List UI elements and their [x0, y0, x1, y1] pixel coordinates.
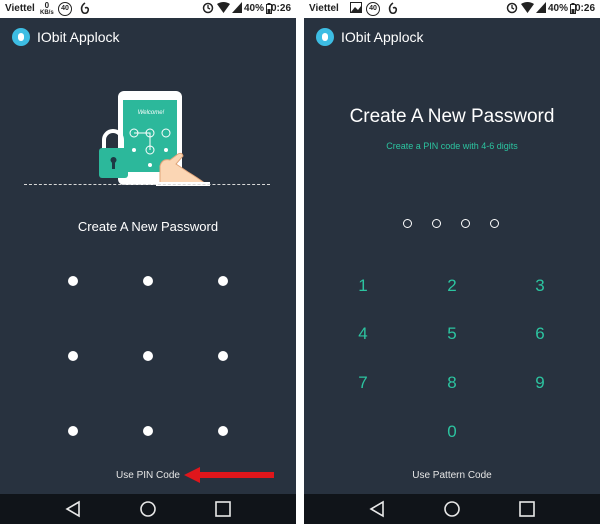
pattern-dot[interactable]: [218, 426, 228, 436]
network-speed: 0 KB/s: [40, 1, 54, 17]
use-pattern-code-link[interactable]: Use Pattern Code: [304, 470, 600, 481]
key-1[interactable]: 1: [343, 274, 383, 298]
app-bar: IObit Applock: [0, 18, 296, 58]
wifi-icon: [521, 2, 534, 16]
pin-digit-slot: [490, 219, 499, 228]
key-3[interactable]: 3: [520, 274, 560, 298]
page-title: Create A New Password: [77, 219, 219, 234]
nav-bar: [0, 494, 296, 524]
divider: [24, 184, 270, 185]
battery-percent: 40%: [548, 3, 569, 14]
pattern-dot[interactable]: [218, 351, 228, 361]
key-7[interactable]: 7: [343, 371, 383, 395]
key-6[interactable]: 6: [520, 322, 560, 346]
pattern-dot[interactable]: [143, 426, 153, 436]
key-8[interactable]: 8: [432, 371, 472, 395]
key-9[interactable]: 9: [520, 371, 560, 395]
wifi-icon: [217, 2, 230, 16]
recent-apps-button[interactable]: [203, 494, 243, 524]
pin-screen: Viettel 40 40% 0:26 IObit Applock Create…: [304, 0, 600, 524]
applock-logo-icon: [12, 28, 30, 46]
battery-percent: 40%: [244, 3, 265, 14]
pin-digit-slot: [432, 219, 441, 228]
home-icon: [444, 501, 460, 517]
recent-apps-icon: [215, 501, 231, 517]
signal-icon: [536, 2, 546, 16]
key-2[interactable]: 2: [432, 274, 472, 298]
pin-subtitle: Create a PIN code with 4-6 digits: [386, 141, 518, 151]
phone-lock-illustration-icon: [99, 91, 210, 186]
pin-digit-slot: [461, 219, 470, 228]
recent-apps-button[interactable]: [507, 494, 547, 524]
recent-apps-icon: [519, 501, 535, 517]
page-title: Create A New Password: [349, 106, 555, 127]
pattern-dot[interactable]: [143, 276, 153, 286]
status-bar: Viettel 40 40% 0:26: [304, 0, 600, 18]
carrier-label: Viettel: [309, 3, 339, 14]
app-notification-icon: [80, 2, 90, 18]
sync-icon: [202, 2, 214, 17]
back-icon: [369, 500, 384, 518]
app-title: IObit Applock: [341, 29, 424, 45]
clock: 0:26: [270, 3, 291, 14]
notification-badge: 40: [58, 2, 72, 16]
status-bar: Viettel 0 KB/s 40 40% 0:26: [0, 0, 296, 18]
key-4[interactable]: 4: [343, 322, 383, 346]
pattern-dot[interactable]: [218, 276, 228, 286]
key-5[interactable]: 5: [432, 322, 472, 346]
applock-logo-icon: [316, 28, 334, 46]
app-title: IObit Applock: [37, 29, 120, 45]
key-0[interactable]: 0: [432, 420, 472, 444]
pattern-dot[interactable]: [68, 351, 78, 361]
pattern-dot[interactable]: [143, 351, 153, 361]
home-icon: [140, 501, 156, 517]
welcome-text: Welcome!: [137, 110, 165, 116]
nav-bar: [304, 494, 600, 524]
sync-icon: [506, 2, 518, 17]
back-button[interactable]: [53, 494, 93, 524]
home-button[interactable]: [128, 494, 168, 524]
pattern-screen: Viettel 0 KB/s 40 40% 0:26 IObit Applock: [0, 0, 296, 524]
back-button[interactable]: [357, 494, 397, 524]
pin-digit-slot: [403, 219, 412, 228]
red-arrow-icon: [184, 467, 274, 483]
pattern-dot[interactable]: [68, 276, 78, 286]
clock: 0:26: [574, 3, 595, 14]
notification-badge: 40: [366, 2, 380, 16]
back-icon: [65, 500, 80, 518]
pattern-dot[interactable]: [68, 426, 78, 436]
signal-icon: [232, 2, 242, 16]
phone-illustration: Welcome!: [96, 88, 216, 186]
image-notification-icon: [350, 2, 362, 16]
app-notification-icon: [388, 2, 398, 18]
home-button[interactable]: [432, 494, 472, 524]
app-bar: IObit Applock: [304, 18, 600, 58]
carrier-label: Viettel: [5, 3, 35, 14]
